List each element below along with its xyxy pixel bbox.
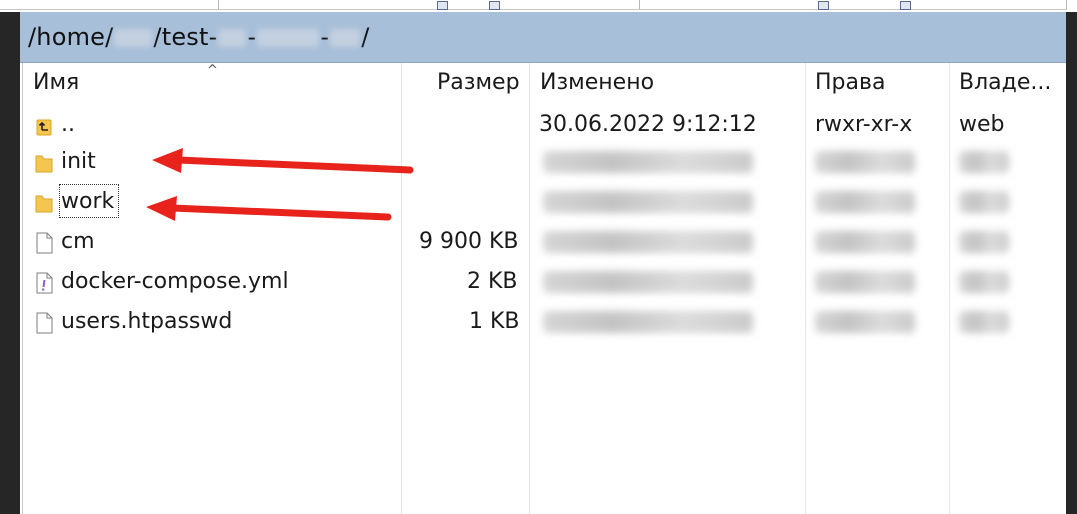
list-item[interactable]: users.htpasswd 1 KB	[23, 303, 1065, 343]
column-header-rights[interactable]: Права	[815, 70, 885, 95]
folder-icon	[35, 195, 53, 213]
path-suffix: /	[361, 23, 370, 51]
file-size: 9 900 KB	[419, 229, 519, 254]
redacted-path-segment	[114, 29, 153, 47]
column-header-modified[interactable]: Изменено	[540, 70, 654, 95]
column-header-size[interactable]: Размер	[437, 70, 520, 95]
parent-folder-icon	[36, 119, 52, 136]
path-bar[interactable]: /home/ /test- - - /	[20, 12, 1066, 63]
list-item[interactable]: .. 30.06.2022 9:12:12 rwxr-xr-x web	[23, 106, 1065, 146]
file-name: docker-compose.yml	[61, 269, 289, 294]
sort-ascending-icon: ^	[207, 63, 218, 78]
window-frame-left	[0, 12, 20, 514]
file-size: 2 KB	[467, 269, 518, 294]
column-header-row: ^ Имя Размер Изменено Права Владе...	[23, 63, 1065, 105]
redacted-path-segment	[218, 29, 247, 47]
redacted-modified	[543, 311, 753, 333]
redacted-owner	[959, 231, 1009, 253]
redacted-rights	[815, 191, 915, 213]
redacted-modified	[543, 191, 753, 213]
tab[interactable]	[640, 0, 1067, 10]
file-name: ..	[61, 112, 75, 137]
path-prefix: /home/	[28, 23, 114, 51]
list-item[interactable]: docker-compose.yml 2 KB	[23, 263, 1065, 303]
redacted-rights	[815, 311, 915, 333]
file-rights: rwxr-xr-x	[815, 112, 913, 137]
redacted-modified	[543, 151, 753, 173]
redacted-owner	[959, 271, 1009, 293]
list-item[interactable]: cm 9 900 KB	[23, 223, 1065, 263]
window-icon	[818, 1, 829, 10]
tab-strip	[0, 0, 1077, 12]
file-name: work	[61, 189, 115, 214]
config-file-icon	[36, 272, 53, 294]
column-header-name[interactable]: Имя	[33, 70, 79, 95]
tab[interactable]	[219, 0, 640, 10]
redacted-rights	[815, 231, 915, 253]
redacted-rights	[815, 151, 915, 173]
window-icon	[900, 1, 911, 10]
window-frame-right	[1066, 12, 1077, 514]
list-item[interactable]: init	[23, 143, 1065, 183]
folder-icon	[35, 155, 53, 173]
list-item[interactable]: work	[23, 183, 1065, 223]
redacted-rights	[815, 271, 915, 293]
window-icon	[489, 1, 500, 10]
redacted-owner	[959, 311, 1009, 333]
tab[interactable]	[0, 0, 219, 10]
file-manager-window: /home/ /test- - - / ^ Имя Размер Изменено Пр…	[0, 0, 1077, 514]
window-icon	[437, 1, 448, 10]
file-list[interactable]: ^ Имя Размер Изменено Права Владе... .. …	[22, 63, 1065, 514]
file-icon	[36, 312, 53, 334]
file-size: 1 KB	[469, 309, 520, 334]
file-name: cm	[61, 229, 95, 254]
redacted-modified	[543, 271, 753, 293]
redacted-path-segment	[257, 29, 320, 47]
current-path: /home/ /test- - - /	[28, 23, 370, 51]
file-name: users.htpasswd	[61, 309, 233, 334]
column-header-owner[interactable]: Владе...	[959, 70, 1051, 95]
file-name: init	[61, 149, 96, 174]
path-dash: -	[247, 23, 257, 51]
file-owner: web	[959, 112, 1005, 137]
file-icon	[36, 232, 53, 254]
redacted-modified	[543, 231, 753, 253]
file-modified: 30.06.2022 9:12:12	[539, 112, 757, 137]
path-dash: -	[320, 23, 330, 51]
redacted-owner	[959, 151, 1009, 173]
path-mid: /test-	[153, 23, 218, 51]
redacted-path-segment	[330, 29, 361, 47]
redacted-owner	[959, 191, 1009, 213]
